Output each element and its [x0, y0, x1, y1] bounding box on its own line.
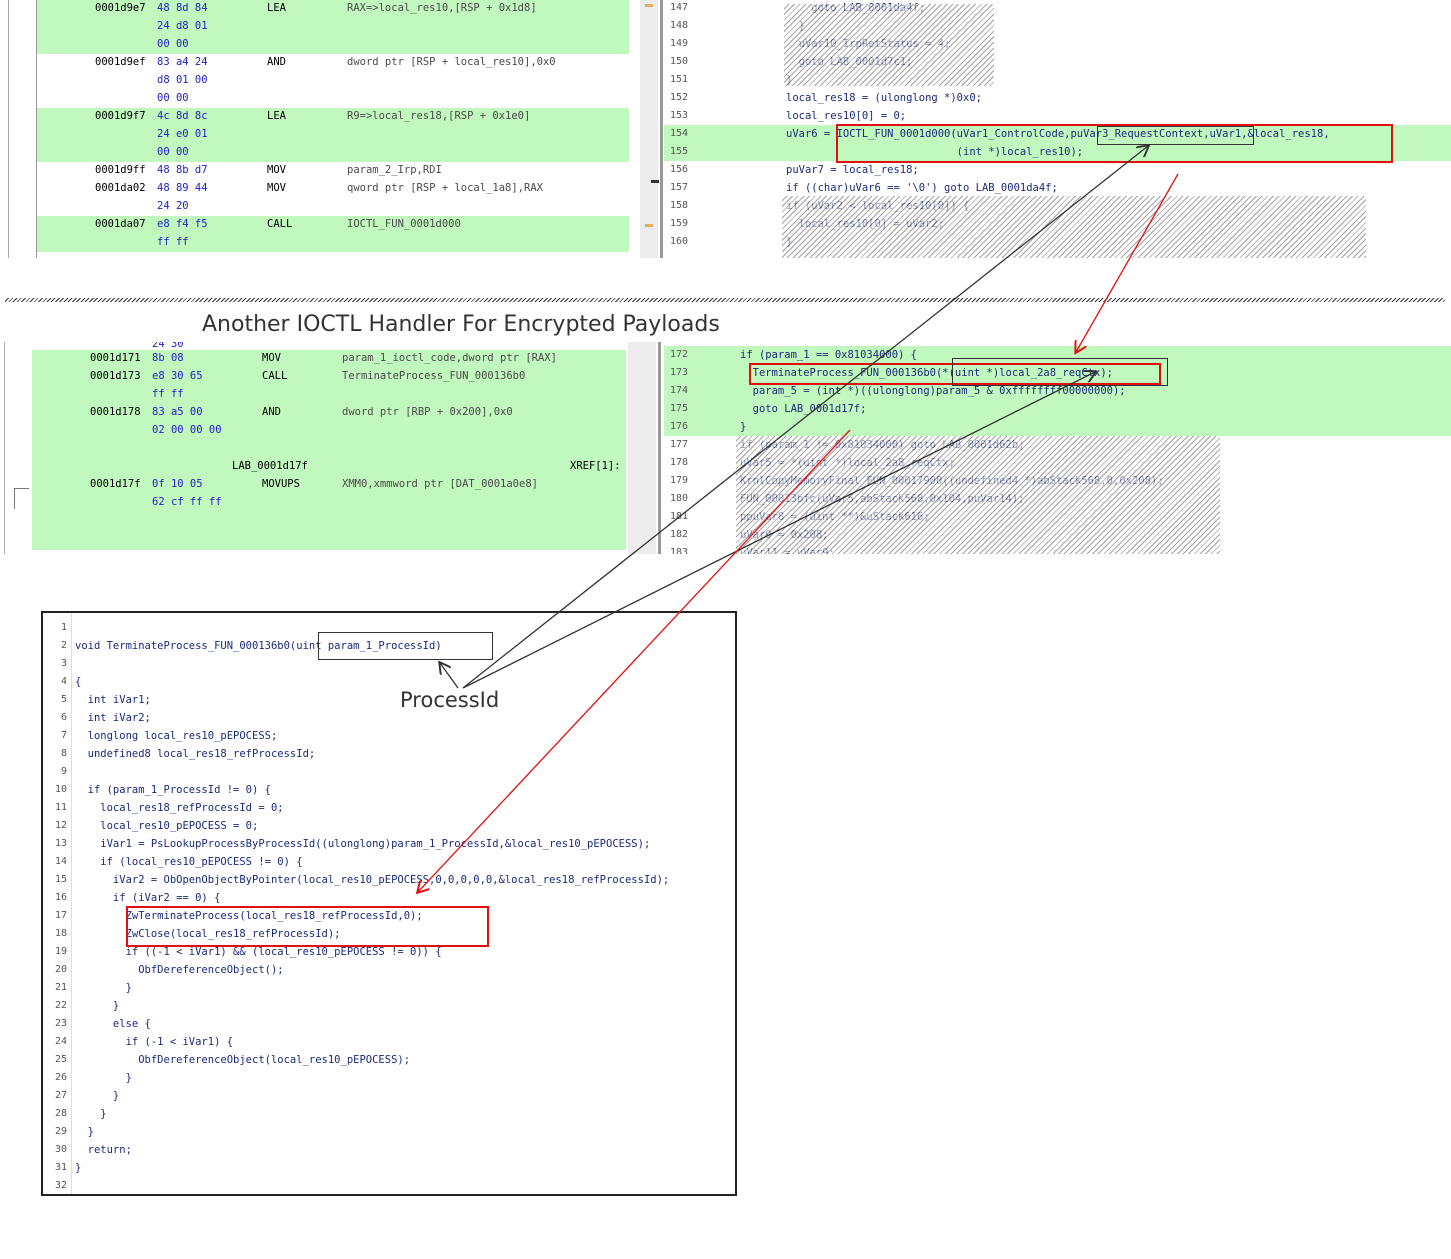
- arrow-red: [1076, 173, 1179, 352]
- arrow-dark: [440, 663, 459, 689]
- arrow-dark: [462, 146, 1148, 689]
- arrow-dark: [462, 372, 1095, 689]
- annotation-arrows: [0, 0, 1179, 1259]
- arrow-red: [418, 429, 851, 892]
